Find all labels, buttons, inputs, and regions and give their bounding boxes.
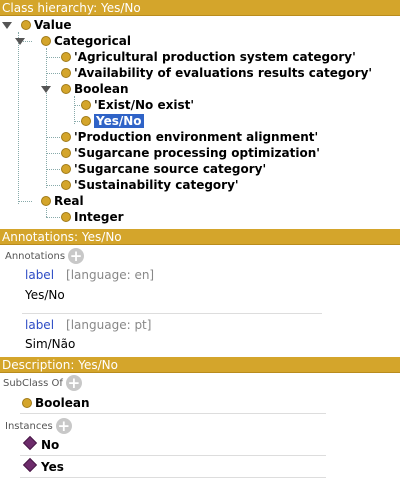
annotation-property[interactable]: label [language: pt] [25, 318, 151, 332]
instances-section-label: Instances [5, 421, 53, 432]
annotations-section: Annotations + [5, 248, 85, 264]
class-circle-icon [81, 116, 91, 126]
tree-node-label: 'Sugarcane processing optimization' [74, 146, 320, 160]
subclass-item[interactable]: Boolean [22, 395, 90, 411]
class-circle-icon [61, 84, 71, 94]
class-circle-icon [61, 52, 71, 62]
annotations-panel: Annotations + label [language: en] Yes/No … [0, 245, 400, 355]
tree-node-exist[interactable]: 'Exist/No exist' [81, 97, 194, 113]
tree-node-categorical[interactable]: Categorical [41, 33, 131, 49]
tree-connector [46, 73, 60, 74]
tree-node-production[interactable]: 'Production environment alignment' [61, 129, 318, 145]
individual-diamond-icon [22, 457, 38, 473]
annotation-language: [language: en] [66, 268, 155, 282]
tree-node-integer[interactable]: Integer [61, 209, 124, 225]
divider [20, 455, 326, 456]
tree-node-value[interactable]: Value [21, 17, 72, 33]
class-circle-icon [81, 100, 91, 110]
tree-node-label: 'Sustainability category' [74, 178, 239, 192]
tree-connector [46, 217, 60, 218]
annotation-value: Yes/No [25, 288, 65, 302]
annotation-property[interactable]: label [language: en] [25, 268, 154, 282]
divider [20, 477, 326, 478]
class-hierarchy-header: Class hierarchy: Yes/No [0, 0, 400, 16]
expand-arrow-icon[interactable] [41, 86, 51, 93]
tree-connector [18, 32, 19, 204]
class-circle-icon [61, 68, 71, 78]
tree-node-label-selected: Yes/No [94, 114, 144, 128]
instance-label: No [41, 438, 60, 452]
annotation-property-label: label [25, 268, 55, 282]
subclass-section-label: SubClass Of [3, 378, 63, 389]
annotations-header: Annotations: Yes/No [0, 229, 400, 245]
class-circle-icon [21, 20, 31, 30]
tree-connector [18, 201, 32, 202]
class-circle-icon [61, 180, 71, 190]
tree-node-label: 'Agricultural production system category… [74, 50, 356, 64]
subclass-label: Boolean [35, 396, 90, 410]
expand-arrow-icon[interactable] [2, 22, 12, 29]
annotations-section-label: Annotations [5, 251, 66, 262]
description-header: Description: Yes/No [0, 357, 400, 373]
instances-section: Instances + [5, 418, 72, 434]
tree-node-label: Real [54, 194, 84, 208]
subclass-section: SubClass Of + [3, 375, 82, 391]
tree-node-real[interactable]: Real [41, 193, 84, 209]
class-circle-icon [41, 196, 51, 206]
class-circle-icon [61, 212, 71, 222]
annotation-property-label: label [25, 318, 55, 332]
tree-node-agricultural[interactable]: 'Agricultural production system category… [61, 49, 356, 65]
add-subclass-button[interactable]: + [65, 375, 82, 391]
annotation-language: [language: pt] [66, 318, 152, 332]
tree-connector [46, 169, 60, 170]
class-hierarchy-tree[interactable]: Value Categorical 'Agricultural producti… [0, 16, 400, 228]
expand-arrow-icon[interactable] [15, 38, 25, 45]
class-circle-icon [61, 132, 71, 142]
individual-diamond-icon [22, 435, 38, 451]
tree-node-source[interactable]: 'Sugarcane source category' [61, 161, 266, 177]
tree-connector [46, 57, 60, 58]
tree-node-label: 'Availability of evaluations results cat… [74, 66, 373, 80]
class-circle-icon [61, 148, 71, 158]
tree-node-label: 'Production environment alignment' [74, 130, 319, 144]
tree-node-boolean[interactable]: Boolean [61, 81, 129, 97]
tree-node-label: Integer [74, 210, 124, 224]
tree-node-sustainability[interactable]: 'Sustainability category' [61, 177, 239, 193]
class-circle-icon [61, 164, 71, 174]
tree-connector [46, 208, 47, 217]
divider [20, 413, 326, 414]
tree-connector [46, 137, 60, 138]
class-circle-icon [41, 36, 51, 46]
instance-label: Yes [41, 460, 64, 474]
tree-connector [74, 96, 75, 124]
divider [22, 313, 322, 314]
tree-node-label: 'Exist/No exist' [94, 98, 194, 112]
description-panel: SubClass Of + Boolean Instances + No Yes [0, 373, 400, 480]
instance-item[interactable]: Yes [22, 457, 64, 475]
tree-node-label: Value [34, 18, 72, 32]
tree-node-availability[interactable]: 'Availability of evaluations results cat… [61, 65, 372, 81]
add-annotation-button[interactable]: + [68, 248, 85, 264]
tree-node-label: Boolean [74, 82, 129, 96]
tree-node-yes-no[interactable]: Yes/No [81, 113, 144, 129]
instance-item[interactable]: No [22, 435, 60, 453]
tree-connector [46, 153, 60, 154]
tree-node-label: 'Sugarcane source category' [74, 162, 267, 176]
tree-node-label: Categorical [54, 34, 131, 48]
tree-connector [46, 48, 47, 188]
tree-node-processing[interactable]: 'Sugarcane processing optimization' [61, 145, 320, 161]
tree-connector [46, 185, 60, 186]
add-instance-button[interactable]: + [55, 418, 72, 434]
class-circle-icon [22, 398, 32, 408]
annotation-value: Sim/Não [25, 337, 76, 351]
